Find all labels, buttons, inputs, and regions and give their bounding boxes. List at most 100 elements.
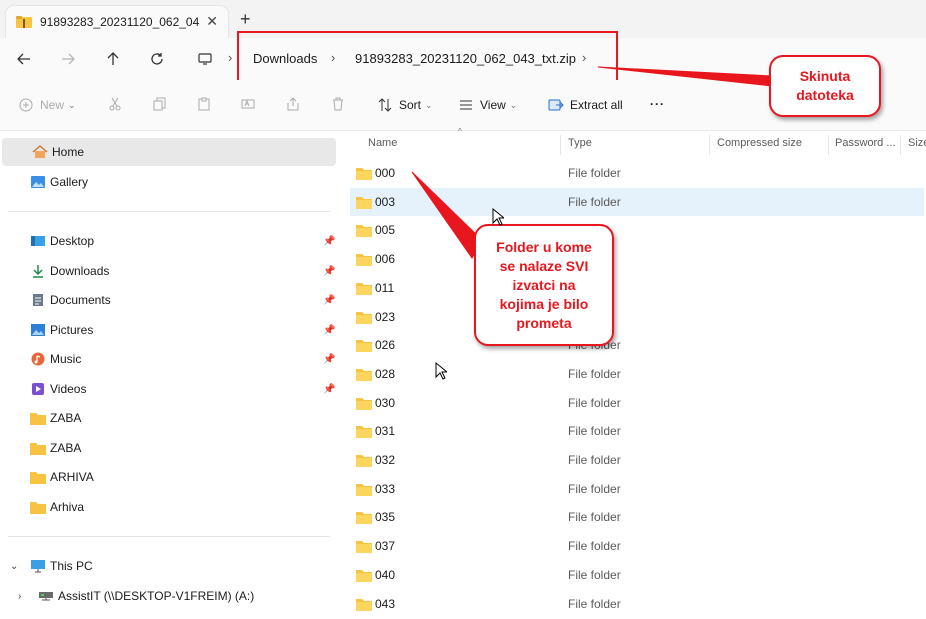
sidebar-item-network-drive[interactable]: › AssistIT (\\DESKTOP-V1FREIM) (A:) [0, 582, 336, 610]
paste-icon[interactable] [197, 97, 211, 111]
column-divider[interactable] [709, 135, 710, 155]
sidebar-item-label: ZABA [50, 441, 82, 455]
file-row[interactable]: 033 File folder [350, 475, 924, 503]
back-arrow-icon[interactable] [14, 49, 34, 69]
file-row[interactable]: 030 File folder [350, 389, 924, 417]
highlight-box [237, 31, 618, 83]
sort-icon [377, 97, 393, 113]
music-icon [30, 351, 46, 367]
folder-icon [356, 311, 372, 324]
column-header-size[interactable]: Size [908, 137, 926, 149]
sidebar-item-folder[interactable]: ARHIVA [0, 463, 336, 491]
file-row[interactable]: 026File folder [350, 331, 924, 359]
divider [8, 536, 330, 537]
sidebar-item-gallery[interactable]: Gallery [0, 168, 336, 196]
file-name: 011 [375, 280, 395, 295]
folder-icon [30, 410, 46, 426]
column-divider[interactable] [900, 135, 901, 155]
view-button[interactable]: View ⌄ [458, 97, 517, 113]
sidebar-item-folder[interactable]: ZABA [0, 434, 336, 462]
callout-line: izvatci na [512, 276, 576, 293]
new-tab-button[interactable]: + [240, 9, 251, 30]
file-row[interactable]: 023 [350, 303, 924, 331]
sidebar-item-this-pc[interactable]: ⌄ This PC [0, 552, 336, 580]
file-name: 030 [375, 395, 396, 410]
file-row[interactable]: 003 File folder [350, 187, 924, 216]
sidebar-item-downloads[interactable]: Downloads 📌 [0, 257, 336, 285]
file-name: 023 [375, 309, 396, 324]
callout-line: prometa [516, 314, 572, 331]
sidebar-item-label: Videos [50, 382, 87, 396]
up-arrow-icon[interactable] [103, 49, 123, 69]
share-icon[interactable] [286, 97, 300, 111]
folder-icon [356, 397, 372, 410]
sidebar-item-label: Pictures [50, 323, 94, 337]
sidebar-item-label: Documents [50, 293, 111, 307]
pin-icon[interactable]: 📌 [323, 384, 335, 395]
column-divider[interactable] [560, 135, 561, 155]
callout-line: Skinuta [799, 68, 851, 84]
rename-icon[interactable] [241, 97, 255, 111]
file-row[interactable]: 032 File folder [350, 446, 924, 474]
sidebar-item-label: Music [50, 352, 82, 366]
pin-icon[interactable]: 📌 [323, 325, 335, 336]
chevron-right-icon[interactable]: › [18, 591, 21, 602]
file-row[interactable]: 005 [350, 216, 924, 244]
sort-button[interactable]: Sort ⌄ [377, 97, 433, 113]
sidebar-item-music[interactable]: Music 📌 [0, 345, 336, 373]
column-header-compressed-size[interactable]: Compressed size [717, 137, 802, 149]
more-options-button[interactable]: ··· [650, 97, 665, 111]
file-row[interactable]: 031 File folder [350, 417, 924, 445]
forward-arrow-icon[interactable] [58, 49, 78, 69]
mouse-cursor-icon [435, 362, 447, 380]
extract-all-button[interactable]: Extract all [548, 97, 623, 113]
new-button[interactable]: New ⌄ [18, 97, 76, 113]
folder-icon [356, 368, 372, 381]
sidebar-item-folder[interactable]: ZABA [0, 404, 336, 432]
chevron-down-icon[interactable]: ⌄ [10, 561, 18, 572]
sidebar-item-pictures[interactable]: Pictures 📌 [0, 316, 336, 344]
pin-icon[interactable]: 📌 [323, 354, 335, 365]
column-divider[interactable] [828, 135, 829, 155]
home-icon [32, 144, 48, 160]
computer-icon [30, 558, 46, 574]
folder-icon [356, 541, 372, 554]
plus-circle-icon [18, 97, 34, 113]
file-row[interactable]: 040 File folder [350, 561, 924, 589]
callout-line: datoteka [796, 87, 854, 103]
tab-zip[interactable]: 91893283_20231120_062_043_txt ✕ [6, 6, 228, 38]
pin-icon[interactable]: 📌 [323, 295, 335, 306]
file-row[interactable]: 043 File folder [350, 590, 924, 618]
sidebar-item-folder[interactable]: Arhiva [0, 493, 336, 521]
copy-icon[interactable] [153, 97, 167, 111]
file-name: 043 [375, 596, 396, 611]
file-row[interactable]: 006 [350, 245, 924, 273]
column-header-name[interactable]: Name [368, 137, 397, 149]
chevron-down-icon: ⌄ [425, 99, 433, 110]
pin-icon[interactable]: 📌 [323, 236, 335, 247]
chevron-down-icon: ⌄ [68, 99, 76, 110]
cut-icon[interactable] [108, 97, 122, 111]
file-type: File folder [568, 395, 621, 410]
file-row[interactable]: 000 File folder [350, 159, 924, 187]
new-label: New [40, 98, 65, 112]
file-row[interactable]: 011 [350, 274, 924, 302]
navigation-pane: Home Gallery Desktop 📌 Downloads 📌 Docum… [0, 131, 338, 619]
file-name: 026 [375, 338, 396, 353]
refresh-icon[interactable] [147, 49, 167, 69]
column-header-password[interactable]: Password ... [835, 137, 896, 149]
file-row[interactable]: 037 File folder [350, 532, 924, 560]
delete-icon[interactable] [331, 97, 345, 111]
monitor-icon[interactable] [195, 49, 215, 69]
sidebar-item-documents[interactable]: Documents 📌 [0, 286, 336, 314]
sidebar-item-home[interactable]: Home [2, 138, 336, 166]
extract-icon [548, 97, 564, 113]
file-type: File folder [568, 539, 621, 554]
sidebar-item-desktop[interactable]: Desktop 📌 [0, 227, 336, 255]
column-header-type[interactable]: Type [568, 137, 592, 149]
file-row[interactable]: 035 File folder [350, 503, 924, 531]
sidebar-item-videos[interactable]: Videos 📌 [0, 375, 336, 403]
pin-icon[interactable]: 📌 [323, 266, 335, 277]
file-type: File folder [568, 567, 621, 582]
close-tab-icon[interactable]: ✕ [206, 13, 218, 30]
